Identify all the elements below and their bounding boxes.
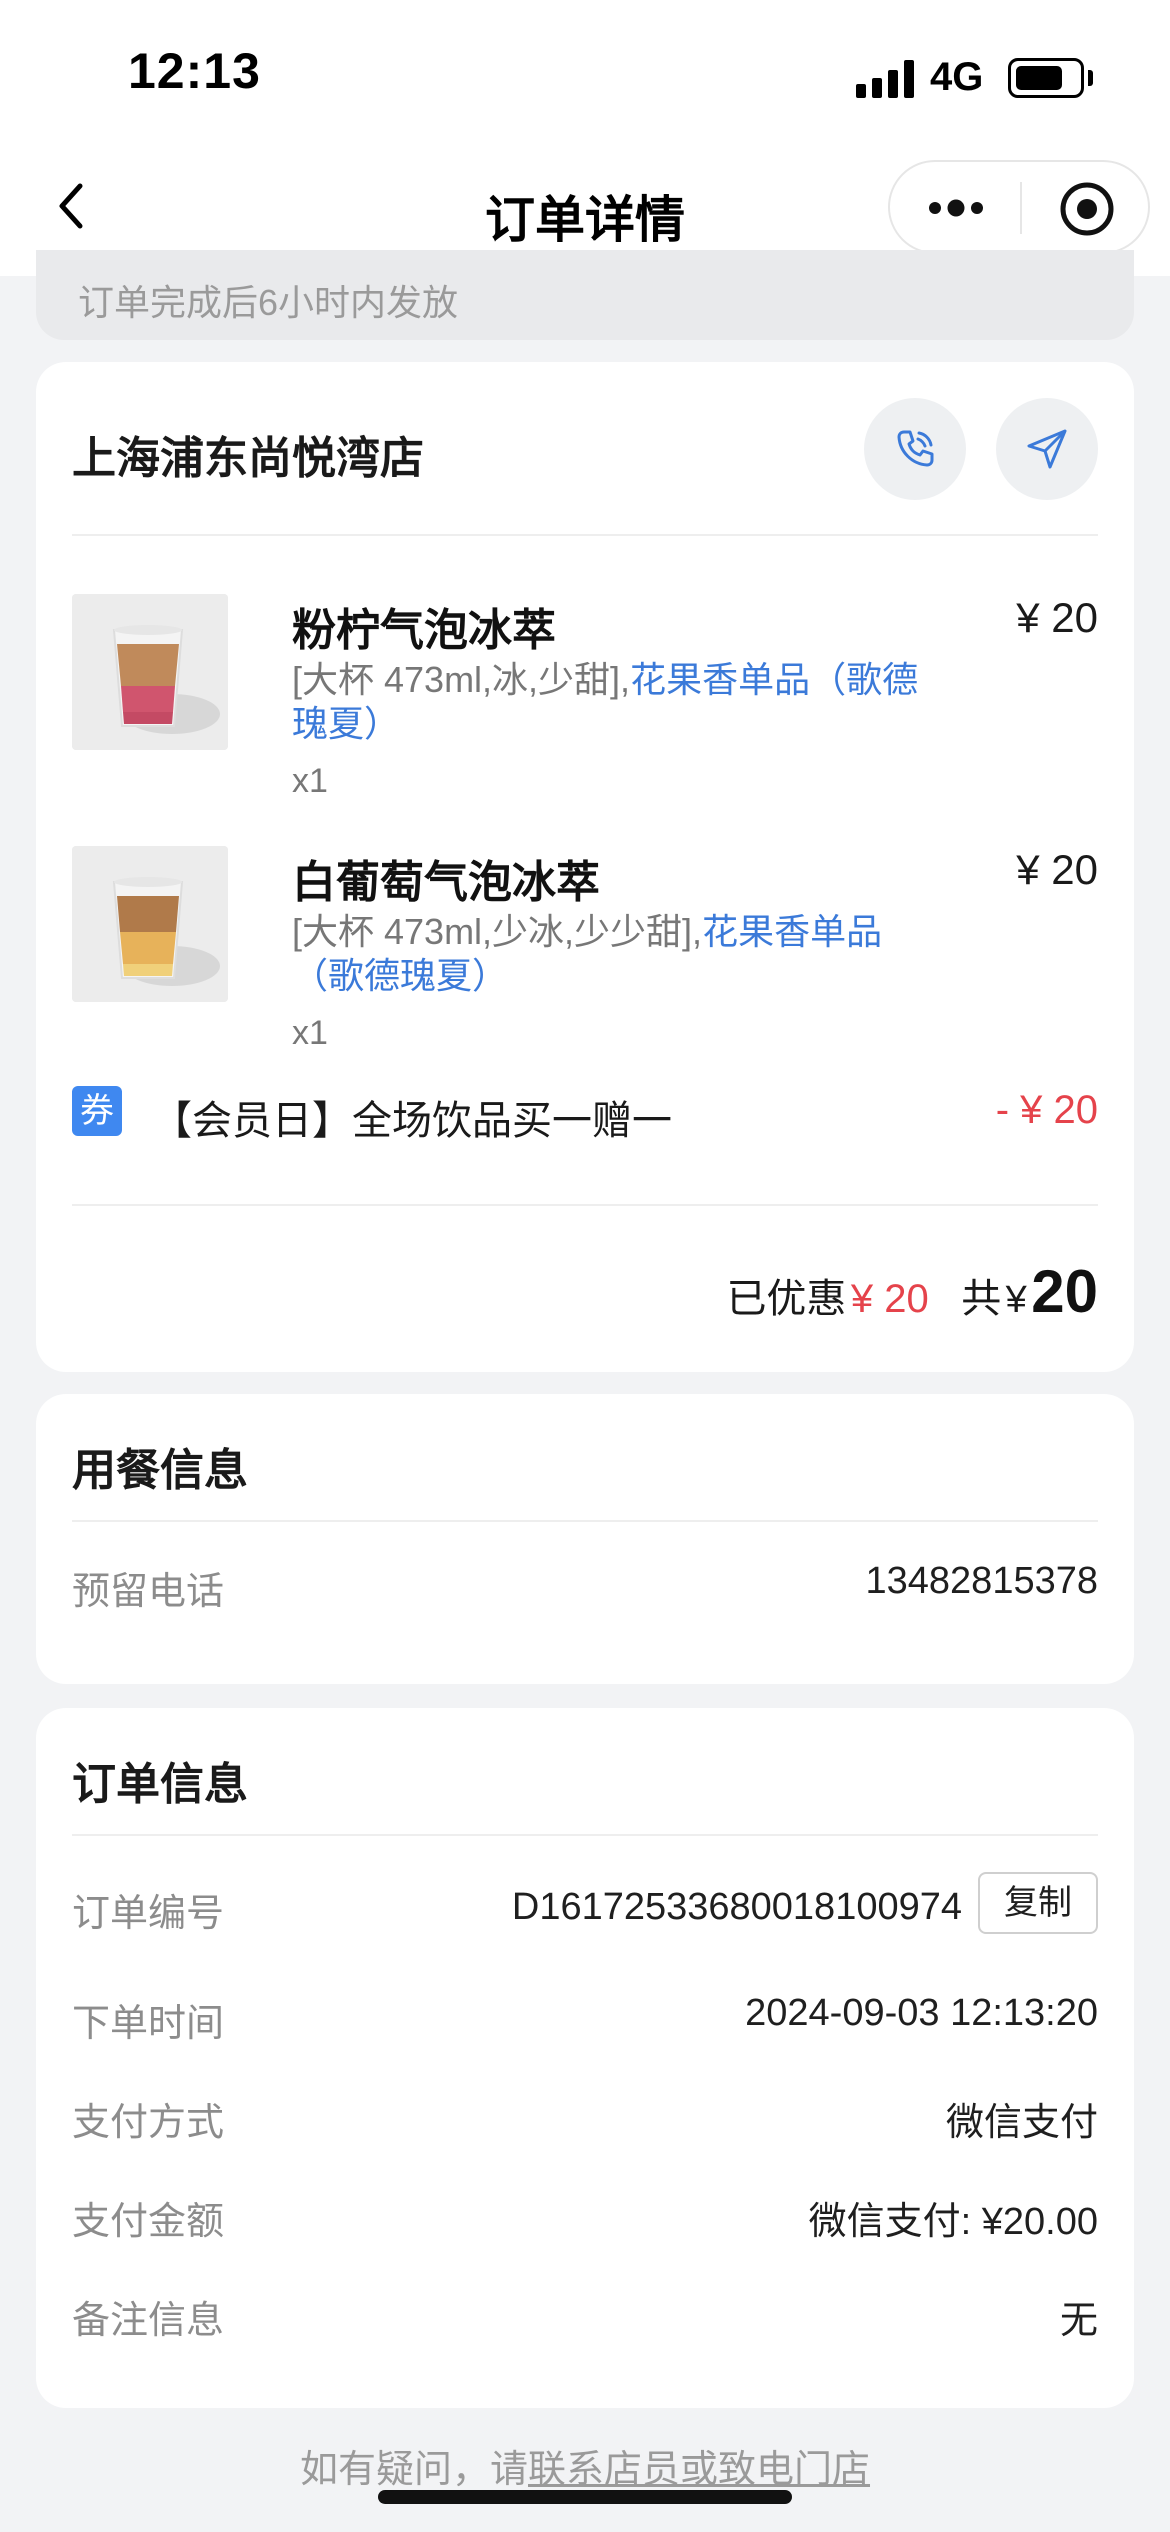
notice-card: 订单完成后6小时内发放 [36, 250, 1134, 340]
status-time: 12:13 [128, 43, 261, 99]
phone-row: 预留电话 13482815378 [72, 1554, 1098, 1614]
more-dots-icon [929, 199, 983, 217]
order-info-card: 订单信息 订单编号 D16172533680018100974 复制 下单时间 … [36, 1708, 1134, 2408]
coupon-text: 【会员日】全场饮品买一赠一 [152, 1099, 672, 1143]
help-footer: 如有疑问，请联系店员或致电门店 [0, 2438, 1170, 2493]
phone-label: 预留电话 [72, 1571, 225, 1613]
order-number-label: 订单编号 [72, 1893, 225, 1935]
network-type: 4G [930, 55, 984, 99]
order-time-value: 2024-09-03 12:13:20 [745, 1992, 1098, 2034]
item-name: 粉柠气泡冰萃 [292, 606, 556, 655]
total-amount: 20 [1031, 1258, 1098, 1325]
coupon-row: 券 【会员日】全场饮品买一赠一 - ¥ 20 [72, 1082, 1098, 1143]
order-number-row: 订单编号 D16172533680018100974 复制 [72, 1872, 1098, 1936]
product-image [72, 594, 228, 750]
order-item: 白葡萄气泡冰萃 ¥ 20 [大杯 473ml,少冰,少少甜],花果香单品（歌德瑰… [72, 846, 1098, 1066]
total-label: 共 [961, 1277, 1002, 1321]
coupon-amount: - ¥ 20 [995, 1088, 1098, 1132]
payment-method-row: 支付方式 微信支付 [72, 2085, 1098, 2145]
more-button[interactable] [926, 188, 986, 228]
store-name: 上海浦东尚悦湾店 [72, 434, 424, 483]
product-image [72, 846, 228, 1002]
payment-amount-label: 支付金额 [72, 2201, 225, 2243]
order-time-row: 下单时间 2024-09-03 12:13:20 [72, 1986, 1098, 2046]
item-quantity: x1 [292, 762, 328, 800]
order-total: 已优惠 ¥ 20 共 ¥ 20 [726, 1257, 1098, 1326]
order-item: 粉柠气泡冰萃 ¥ 20 [大杯 473ml,冰,少甜],花果香单品（歌德瑰夏） … [72, 594, 1098, 814]
order-time-label: 下单时间 [72, 2003, 225, 2045]
payment-method-value: 微信支付 [945, 2102, 1098, 2144]
payment-amount-value: 微信支付: ¥20.00 [808, 2201, 1098, 2243]
dine-info-title: 用餐信息 [72, 1446, 248, 1495]
order-detail-page: 12:13 4G 订单详情 订单完成后6小时内发放 上海浦东尚悦湾店 粉柠气泡冰… [0, 0, 1170, 2532]
item-price: ¥ 20 [1016, 594, 1098, 641]
store-order-card: 上海浦东尚悦湾店 粉柠气泡冰萃 ¥ 20 [大杯 473ml,冰,少甜],花果香… [36, 362, 1134, 1372]
item-spec: [大杯 473ml,少冰,少少甜],花果香单品（歌德瑰夏） [292, 911, 883, 996]
payment-amount-row: 支付金额 微信支付: ¥20.00 [72, 2184, 1098, 2244]
close-miniprogram-button[interactable] [1058, 180, 1116, 238]
battery-icon [1008, 58, 1084, 98]
phone-value: 13482815378 [865, 1560, 1098, 1602]
phone-icon [897, 430, 934, 467]
navigation-arrow-icon [1027, 429, 1067, 469]
item-name: 白葡萄气泡冰萃 [292, 858, 600, 907]
coupon-badge: 券 [72, 1086, 122, 1136]
remark-value: 无 [1059, 2300, 1098, 2342]
remark-label: 备注信息 [72, 2300, 225, 2342]
discount-amount: ¥ 20 [850, 1277, 929, 1321]
item-quantity: x1 [292, 1014, 328, 1052]
remark-row: 备注信息 无 [72, 2283, 1098, 2343]
status-bar: 12:13 4G [0, 0, 1170, 150]
contact-store-link[interactable]: 联系店员或致电门店 [528, 2449, 870, 2491]
order-number-value: D16172533680018100974 [511, 1886, 962, 1928]
help-text: 如有疑问，请 [299, 2449, 528, 2491]
discount-label: 已优惠 [726, 1277, 847, 1321]
item-spec: [大杯 473ml,冰,少甜],花果香单品（歌德瑰夏） [292, 659, 919, 744]
order-info-title: 订单信息 [72, 1760, 248, 1809]
item-price: ¥ 20 [1016, 846, 1098, 893]
target-close-icon [1060, 182, 1114, 236]
home-indicator [378, 2490, 792, 2504]
call-store-button[interactable] [864, 398, 966, 500]
total-currency: ¥ [1005, 1279, 1027, 1321]
notice-text: 订单完成后6小时内发放 [78, 282, 459, 323]
navigate-store-button[interactable] [996, 398, 1098, 500]
payment-method-label: 支付方式 [72, 2102, 225, 2144]
signal-icon [856, 60, 916, 98]
copy-order-number-button[interactable]: 复制 [978, 1872, 1098, 1934]
miniprogram-capsule [888, 160, 1150, 254]
dine-info-card: 用餐信息 预留电话 13482815378 [36, 1394, 1134, 1684]
